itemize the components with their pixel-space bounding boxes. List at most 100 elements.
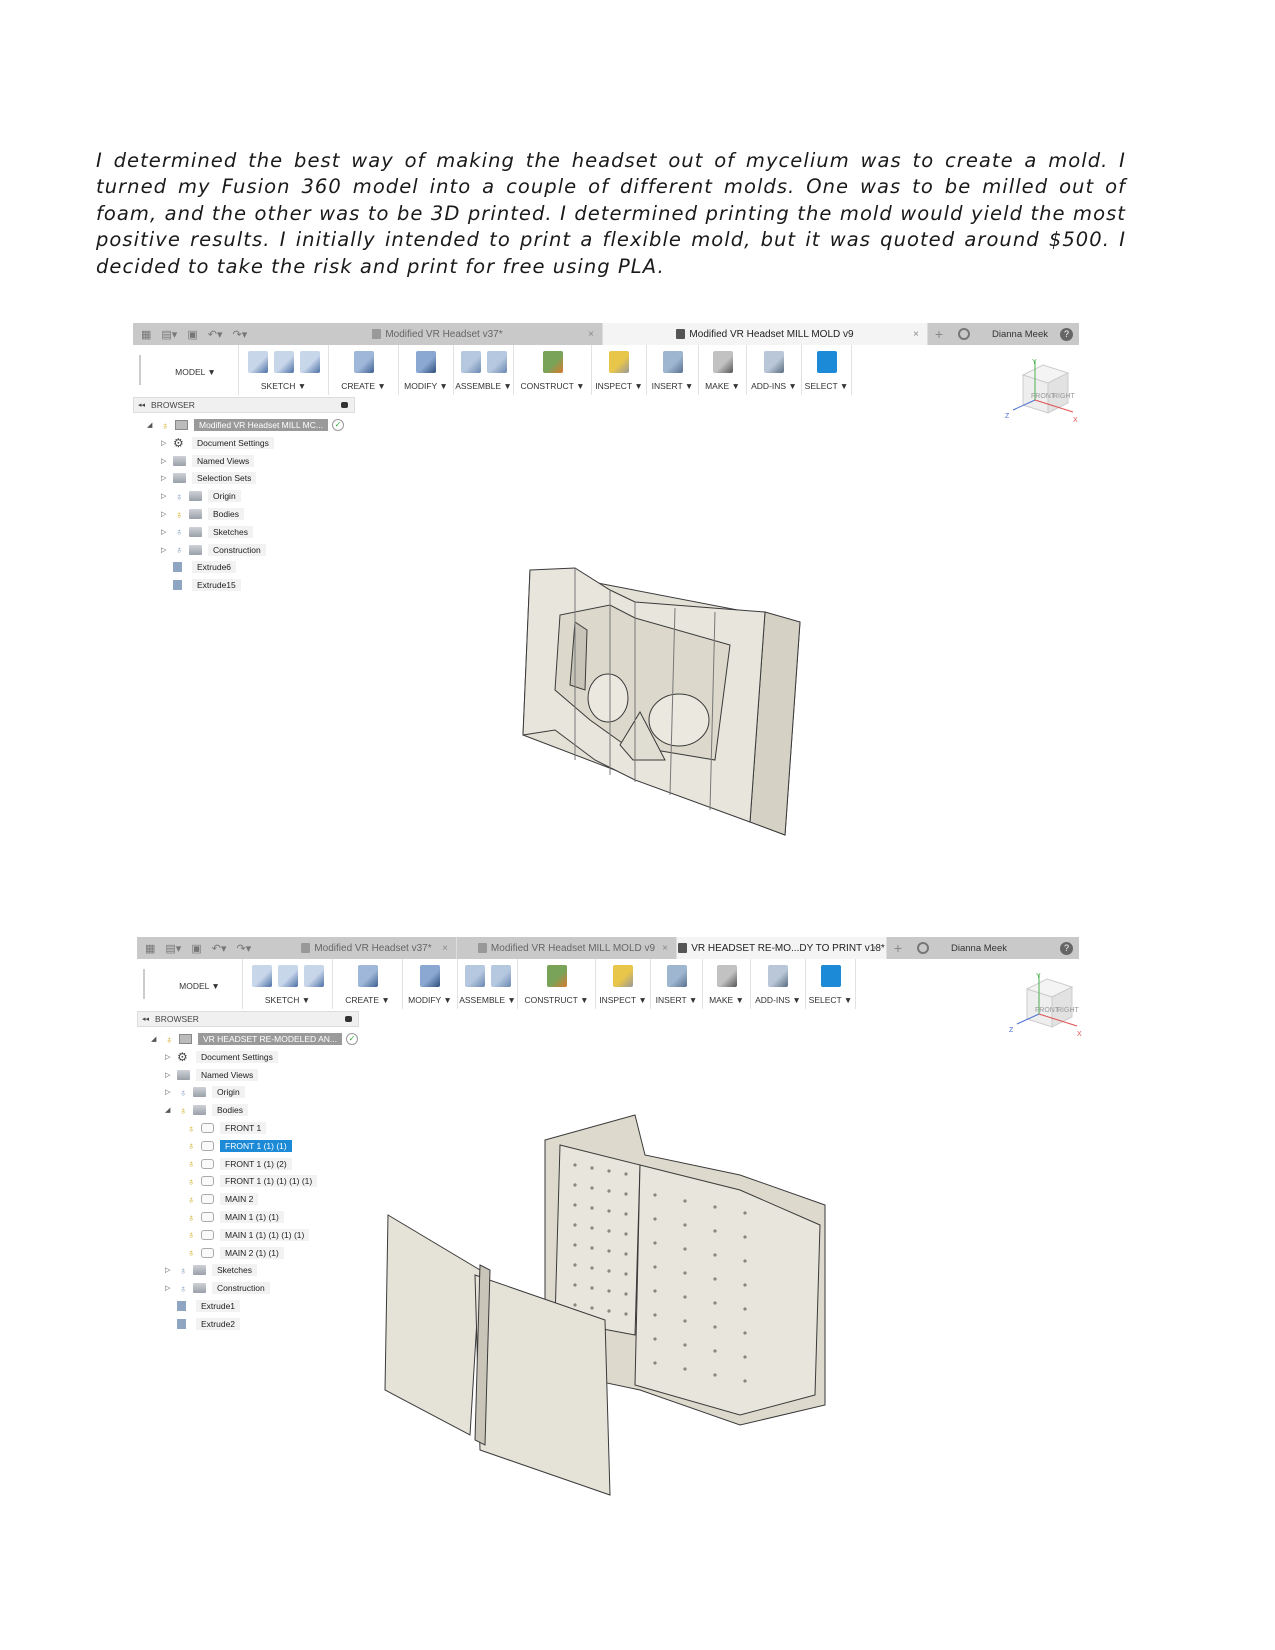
- visibility-bulb-icon[interactable]: ♀: [163, 1034, 174, 1045]
- browser-tree-item[interactable]: Extrude1: [165, 1299, 241, 1313]
- browser-tree-item[interactable]: ▷ ♀ Origin: [161, 489, 241, 503]
- browser-tree-item[interactable]: ◢ ♀ Modified VR Headset MILL MC... ✓: [147, 418, 344, 432]
- help-icon[interactable]: ?: [1060, 941, 1073, 955]
- browser-tree-item[interactable]: ♀ MAIN 1 (1) (1): [185, 1210, 284, 1224]
- toolbar-group-modify[interactable]: MODIFY ▼: [403, 959, 458, 1009]
- apps-grid-icon[interactable]: ▦: [141, 328, 151, 341]
- toolbar-group-assemble[interactable]: ASSEMBLE ▼: [454, 345, 514, 395]
- close-tab-icon[interactable]: ×: [588, 329, 594, 340]
- toolbar-group-select[interactable]: SELECT ▼: [802, 345, 852, 395]
- user-name[interactable]: Dianna Meek: [951, 943, 1007, 954]
- browser-tree-item[interactable]: ▷ Named Views: [161, 454, 255, 468]
- visibility-bulb-icon[interactable]: ♀: [185, 1158, 196, 1169]
- browser-tree-item[interactable]: ▷ ⚙ Document Settings: [165, 1050, 278, 1064]
- construct-tool-icon[interactable]: [542, 351, 563, 373]
- sketch-tool-icon[interactable]: [247, 351, 268, 373]
- visibility-bulb-icon[interactable]: ♀: [185, 1194, 196, 1205]
- visibility-bulb-icon[interactable]: ♀: [173, 509, 184, 520]
- tab-2[interactable]: Modified VR Headset MILL MOLD v9 ×: [603, 323, 928, 345]
- visibility-bulb-icon[interactable]: ♀: [185, 1212, 196, 1223]
- visibility-bulb-icon[interactable]: ♀: [177, 1105, 188, 1116]
- toolbar-group-modify[interactable]: MODIFY ▼: [399, 345, 454, 395]
- insert-tool-icon[interactable]: [662, 351, 683, 373]
- visibility-bulb-icon[interactable]: ♀: [173, 491, 184, 502]
- tab-3[interactable]: VR HEADSET RE-MO...DY TO PRINT v18* ×: [677, 937, 887, 959]
- expand-arrow-icon[interactable]: ▷: [165, 1284, 177, 1292]
- expand-arrow-icon[interactable]: ▷: [161, 546, 173, 554]
- create-tool-icon[interactable]: [353, 351, 374, 373]
- sketch-tool-icon[interactable]: [303, 965, 324, 987]
- make-tool-icon[interactable]: [716, 965, 737, 987]
- browser-panel-header[interactable]: ◂◂ BROWSER: [137, 1011, 359, 1027]
- job-status-icon[interactable]: [917, 942, 929, 954]
- select-tool-icon[interactable]: [816, 351, 837, 373]
- close-tab-icon[interactable]: ×: [913, 329, 919, 340]
- visibility-bulb-icon[interactable]: ♀: [173, 526, 184, 537]
- browser-tree-item[interactable]: ▷ ♀ Construction: [165, 1281, 270, 1295]
- browser-tree-item[interactable]: ♀ MAIN 2: [185, 1192, 259, 1206]
- toolbar-group-inspect[interactable]: INSPECT ▼: [592, 345, 647, 395]
- save-icon[interactable]: ▣: [187, 328, 197, 341]
- close-tab-icon[interactable]: ×: [662, 943, 668, 954]
- assemble-tool-icon[interactable]: [486, 351, 507, 373]
- assemble-tool-icon[interactable]: [464, 965, 485, 987]
- browser-tree-item[interactable]: ♀ MAIN 1 (1) (1) (1) (1): [185, 1228, 310, 1242]
- redo-icon[interactable]: ↷▾: [232, 328, 247, 341]
- browser-tree-item[interactable]: ▷ ♀ Bodies: [161, 507, 244, 521]
- toolbar-grip[interactable]: [143, 969, 157, 999]
- sketch-tool-icon[interactable]: [299, 351, 320, 373]
- expand-arrow-icon[interactable]: ▷: [161, 474, 173, 482]
- visibility-bulb-icon[interactable]: ♀: [177, 1087, 188, 1098]
- toolbar-grip[interactable]: [139, 355, 153, 385]
- toolbar-group-make[interactable]: MAKE ▼: [699, 345, 747, 395]
- modify-tool-icon[interactable]: [416, 351, 436, 373]
- toolbar-group-inspect[interactable]: INSPECT ▼: [596, 959, 651, 1009]
- browser-tree-item[interactable]: ▷ ♀ Construction: [161, 543, 266, 557]
- add-ins-tool-icon[interactable]: [768, 965, 788, 987]
- toolbar-group-create[interactable]: CREATE ▼: [333, 959, 403, 1009]
- collapse-browser-icon[interactable]: ◂◂: [142, 1015, 149, 1023]
- assemble-tool-icon[interactable]: [460, 351, 481, 373]
- expand-arrow-icon[interactable]: ▷: [161, 439, 173, 447]
- new-tab-icon[interactable]: +: [887, 940, 909, 956]
- browser-tree-item[interactable]: ♀ FRONT 1 (1) (1) (1) (1): [185, 1174, 318, 1188]
- visibility-bulb-icon[interactable]: ♀: [185, 1123, 196, 1134]
- create-tool-icon[interactable]: [357, 965, 378, 987]
- toolbar-group-select[interactable]: SELECT ▼: [806, 959, 856, 1009]
- add-ins-tool-icon[interactable]: [764, 351, 784, 373]
- sketch-tool-icon[interactable]: [273, 351, 294, 373]
- expand-arrow-icon[interactable]: ▷: [165, 1266, 177, 1274]
- browser-panel-header[interactable]: ◂◂ BROWSER: [133, 397, 355, 413]
- browser-tree-item[interactable]: ▷ ♀ Sketches: [165, 1263, 257, 1277]
- inspect-tool-icon[interactable]: [613, 965, 633, 987]
- toolbar-group-add-ins[interactable]: ADD-INS ▼: [747, 345, 802, 395]
- toolbar-group-create[interactable]: CREATE ▼: [329, 345, 399, 395]
- expand-arrow-icon[interactable]: ▷: [165, 1053, 177, 1061]
- visibility-bulb-icon[interactable]: ♀: [185, 1140, 196, 1151]
- select-tool-icon[interactable]: [820, 965, 841, 987]
- expand-arrow-icon[interactable]: ▷: [161, 492, 173, 500]
- expand-arrow-icon[interactable]: ▷: [165, 1071, 177, 1079]
- inspect-tool-icon[interactable]: [609, 351, 629, 373]
- workspace-switcher[interactable]: MODEL ▼: [153, 345, 239, 395]
- expanded-arrow-icon[interactable]: ◢: [151, 1035, 163, 1043]
- toolbar-group-assemble[interactable]: ASSEMBLE ▼: [458, 959, 518, 1009]
- toolbar-group-add-ins[interactable]: ADD-INS ▼: [751, 959, 806, 1009]
- sketch-tool-icon[interactable]: [251, 965, 272, 987]
- toolbar-group-insert[interactable]: INSERT ▼: [647, 345, 699, 395]
- visibility-bulb-icon[interactable]: ♀: [173, 544, 184, 555]
- activate-component-icon[interactable]: ✓: [345, 1033, 358, 1045]
- toolbar-group-sketch[interactable]: SKETCH ▼: [243, 959, 333, 1009]
- toolbar-group-construct[interactable]: CONSTRUCT ▼: [518, 959, 596, 1009]
- tab-1[interactable]: Modified VR Headset v37* ×: [273, 323, 603, 345]
- browser-tree-item[interactable]: ♀ MAIN 2 (1) (1): [185, 1246, 284, 1260]
- sketch-tool-icon[interactable]: [277, 965, 298, 987]
- assemble-tool-icon[interactable]: [490, 965, 511, 987]
- file-menu-icon[interactable]: ▤▾: [161, 328, 177, 341]
- modify-tool-icon[interactable]: [420, 965, 440, 987]
- tab-1[interactable]: Modified VR Headset v37* ×: [277, 937, 457, 959]
- browser-tree-item[interactable]: ◢ ♀ Bodies: [165, 1103, 248, 1117]
- pin-icon[interactable]: [345, 1016, 352, 1022]
- new-tab-icon[interactable]: +: [928, 326, 950, 342]
- undo-icon[interactable]: ↶▾: [208, 328, 223, 341]
